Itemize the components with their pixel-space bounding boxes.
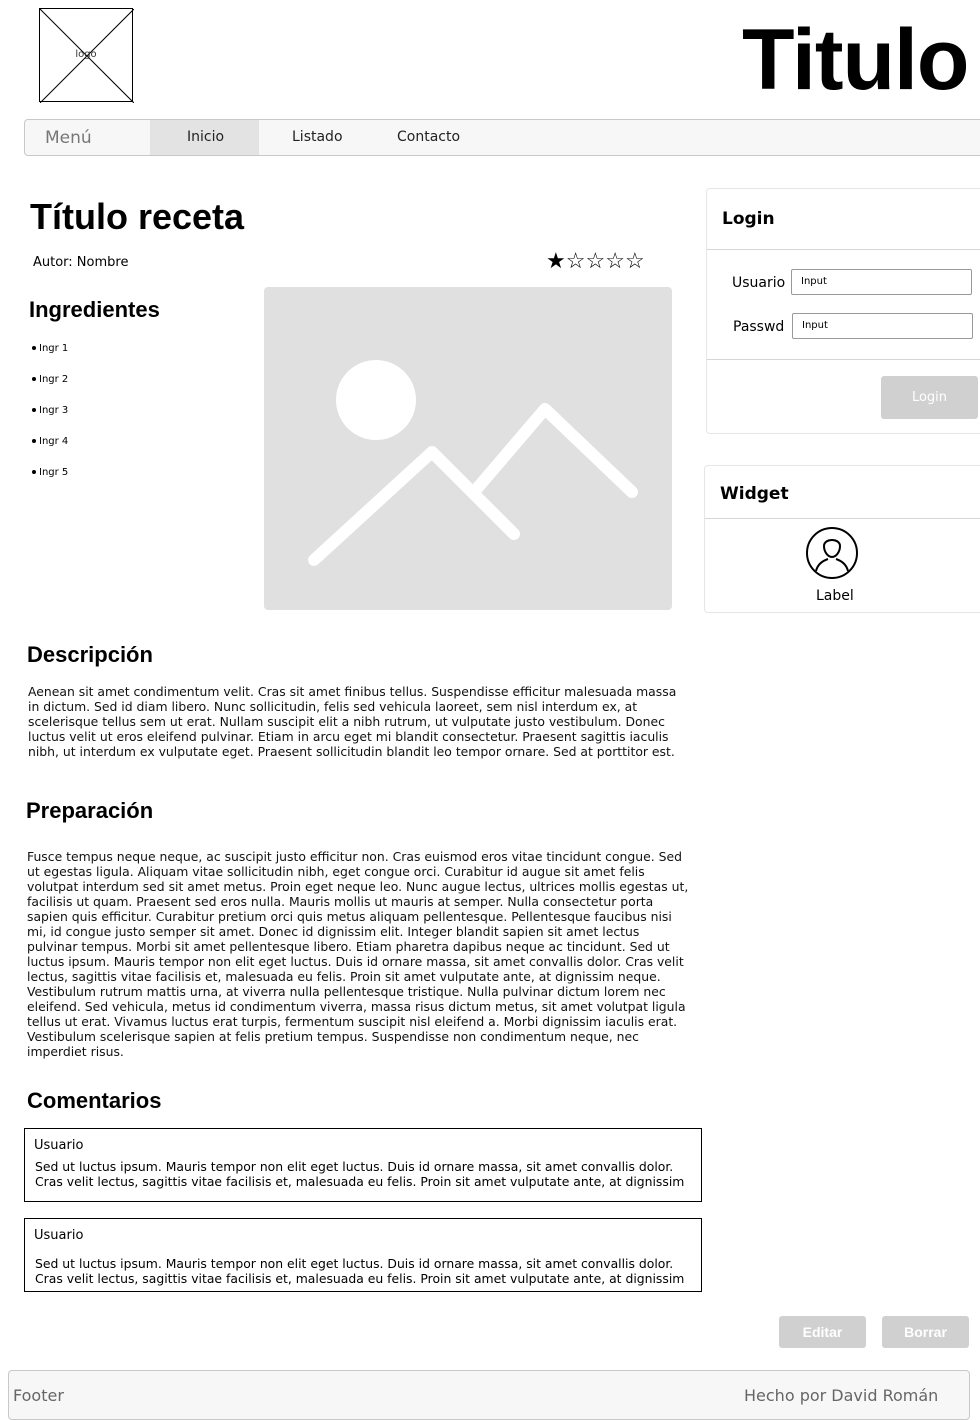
recipe-image xyxy=(264,287,672,610)
divider xyxy=(707,249,980,250)
text-line: pulvinar tempus. Morbi sit amet pellente… xyxy=(27,939,670,954)
ingredient-item: Ingr 2 xyxy=(32,374,68,385)
description-text: Aenean sit amet condimentum velit. Cras … xyxy=(28,684,698,759)
ingredient-text: Ingr 3 xyxy=(39,405,69,416)
text-line: Sed ut luctus ipsum. Mauris tempor non e… xyxy=(35,1159,674,1174)
widget-label: Label xyxy=(816,588,854,604)
comment-item: Usuario Sed ut luctus ipsum. Mauris temp… xyxy=(24,1128,702,1202)
preparation-text: Fusce tempus neque neque, ac suscipit ju… xyxy=(27,849,699,1059)
star-empty-icon[interactable]: ☆ xyxy=(605,248,625,273)
bullet-icon xyxy=(32,346,36,350)
text-line: Vestibulum scelerisque sapien at felis p… xyxy=(27,1029,639,1044)
comments-heading: Comentarios xyxy=(27,1088,162,1113)
login-button[interactable]: Login xyxy=(881,376,978,419)
text-line: lectus, sagittis vitae facilisis et, mal… xyxy=(27,969,661,984)
text-line: Cras velit lectus, sagittis vitae facili… xyxy=(35,1174,685,1189)
text-line: luctus ipsum. Mauris tempor non elit ege… xyxy=(27,954,684,969)
bullet-icon xyxy=(32,408,36,412)
star-filled-icon[interactable]: ★ xyxy=(546,248,566,273)
divider xyxy=(705,518,980,519)
logo-label: logo xyxy=(75,49,97,60)
text-line: in dictum. Sed id diam libero. Nunc soll… xyxy=(28,699,638,714)
text-line: mi, id congue justo semper sit amet. Don… xyxy=(27,924,640,939)
divider xyxy=(707,359,980,360)
ingredients-heading: Ingredientes xyxy=(29,297,160,322)
bullet-icon xyxy=(32,377,36,381)
text-line: ut egestas ligula. Aliquam vitae sollici… xyxy=(27,864,645,879)
description-heading: Descripción xyxy=(27,642,153,667)
footer-credit: Hecho por David Román xyxy=(744,1386,939,1405)
image-placeholder-icon xyxy=(308,360,638,566)
comment-user: Usuario xyxy=(34,1228,84,1243)
ingredient-text: Ingr 1 xyxy=(39,343,69,354)
ingredient-item: Ingr 5 xyxy=(32,467,68,478)
username-input[interactable]: Input xyxy=(791,269,972,295)
text-line: scelerisque tellus sem ut erat. Nullam s… xyxy=(28,714,665,729)
ingredient-item: Ingr 3 xyxy=(32,405,68,416)
recipe-title: Título receta xyxy=(30,196,245,237)
bullet-icon xyxy=(32,439,36,443)
logo[interactable]: logo xyxy=(39,8,134,103)
bullet-icon xyxy=(32,470,36,474)
comment-item: Usuario Sed ut luctus ipsum. Mauris temp… xyxy=(24,1218,702,1292)
login-title: Login xyxy=(722,209,775,229)
text-line: Sed ut luctus ipsum. Mauris tempor non e… xyxy=(35,1256,674,1271)
text-line: sapien quis efficitur. Curabitur pretium… xyxy=(27,909,672,924)
ingredient-item: Ingr 4 xyxy=(32,436,68,447)
recipe-author: Autor: Nombre xyxy=(33,255,129,270)
text-line: tellus ut erat. Vivamus luctus erat turp… xyxy=(27,1014,678,1029)
edit-button[interactable]: Editar xyxy=(779,1316,866,1348)
text-line: facilisis ut quam. Praesent sed eros nul… xyxy=(27,894,654,909)
password-input[interactable]: Input xyxy=(792,313,973,339)
star-empty-icon[interactable]: ☆ xyxy=(625,248,645,273)
text-line: imperdiet risus. xyxy=(27,1044,124,1059)
text-line: nibh, ut interdum ex vulputate eget. Pra… xyxy=(28,744,675,759)
nav-item-inicio[interactable]: Inicio xyxy=(187,129,224,145)
ingredient-text: Ingr 5 xyxy=(39,467,69,478)
nav-menu-label[interactable]: Menú xyxy=(45,128,92,148)
username-label: Usuario xyxy=(732,275,786,291)
user-icon xyxy=(806,527,858,579)
comment-text: Sed ut luctus ipsum. Mauris tempor non e… xyxy=(35,1159,695,1189)
comment-text: Sed ut luctus ipsum. Mauris tempor non e… xyxy=(35,1256,695,1286)
text-line: volutpat interdum sed sit amet metus. Pr… xyxy=(27,879,689,894)
widget-panel: Widget Label xyxy=(704,465,980,613)
text-line: Aenean sit amet condimentum velit. Cras … xyxy=(28,684,677,699)
rating-stars[interactable]: ★☆☆☆☆ xyxy=(546,249,645,273)
star-empty-icon[interactable]: ☆ xyxy=(585,248,605,273)
login-panel: Login Usuario Input Passwd Input Login xyxy=(706,188,980,434)
star-empty-icon[interactable]: ☆ xyxy=(566,248,586,273)
ingredient-text: Ingr 4 xyxy=(39,436,69,447)
footer: Footer Hecho por David Román xyxy=(8,1370,970,1420)
nav-item-listado[interactable]: Listado xyxy=(292,129,343,145)
text-line: Cras velit lectus, sagittis vitae facili… xyxy=(35,1271,685,1286)
nav-item-contacto[interactable]: Contacto xyxy=(397,129,460,145)
text-line: Fusce tempus neque neque, ac suscipit ju… xyxy=(27,849,682,864)
widget-title: Widget xyxy=(720,484,789,504)
preparation-heading: Preparación xyxy=(26,798,154,823)
password-label: Passwd xyxy=(733,319,785,335)
footer-label: Footer xyxy=(13,1386,64,1405)
ingredient-text: Ingr 2 xyxy=(39,374,69,385)
ingredient-item: Ingr 1 xyxy=(32,343,68,354)
text-line: luctus velit ut eros eleifend pulvinar. … xyxy=(28,729,669,744)
text-line: Vestibulum rutrum mattis urna, at viverr… xyxy=(27,984,666,999)
navbar: Menú Inicio Listado Contacto xyxy=(24,119,980,156)
delete-button[interactable]: Borrar xyxy=(882,1316,969,1348)
text-line: eleifend. Sed vehicula, metus id condime… xyxy=(27,999,686,1014)
site-title: Titulo xyxy=(742,12,969,108)
comment-user: Usuario xyxy=(34,1138,84,1153)
